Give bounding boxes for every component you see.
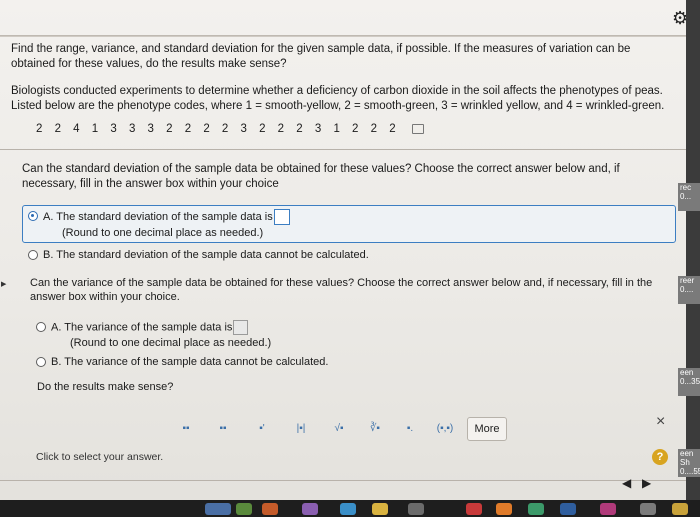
stddev-option-b-statement: The standard deviation of the sample dat…	[56, 249, 369, 261]
section-divider	[0, 149, 686, 150]
square-root-button[interactable]: √▪	[330, 420, 348, 438]
dock-app-icon[interactable]	[496, 503, 512, 515]
exponent-button[interactable]: ▪'	[254, 420, 270, 438]
variance-option-b-statement: The variance of the sample data cannot b…	[64, 356, 329, 368]
decimal-button[interactable]: ▪.	[402, 420, 418, 438]
close-icon[interactable]: ×	[656, 413, 665, 431]
stddev-option-a-note: (Round to one decimal place as needed.)	[62, 227, 264, 239]
cube-root-button[interactable]: ∛▪	[366, 420, 384, 438]
stddev-option-b-label: B.	[43, 249, 54, 261]
sample-data-values: 2 2 4 1 3 3 3 2 2 2 2 3 2 2 2 3 1 2 2 2	[36, 123, 397, 135]
dock-app-icon[interactable]	[528, 503, 544, 515]
dock-app-icon[interactable]	[408, 503, 424, 515]
question-scenario: Biologists conducted experiments to dete…	[11, 85, 665, 112]
dock-app-icon[interactable]	[466, 503, 482, 515]
sample-data-row: 2 2 4 1 3 3 3 2 2 2 2 3 2 2 2 3 1 2 2 2	[36, 123, 424, 135]
variance-option-a-text[interactable]: A. The variance of the sample data is	[51, 320, 249, 335]
footer-divider	[0, 480, 686, 481]
more-button[interactable]: More	[467, 417, 507, 441]
math-homework-page: ⚙ Find the range, variance, and standard…	[0, 0, 686, 517]
side-tab-3[interactable]: een 0...35	[678, 368, 700, 396]
dock-app-icon[interactable]	[236, 503, 252, 515]
stddev-prompt: Can the standard deviation of the sample…	[22, 163, 620, 190]
mixed-number-button[interactable]: ▪▪	[214, 420, 232, 438]
side-tab-4[interactable]: een Sh 0....55.	[678, 449, 700, 477]
expand-arrow-icon[interactable]: ▶	[1, 280, 6, 288]
dock-app-icon[interactable]	[600, 503, 616, 515]
dock-app-icon[interactable]	[302, 503, 318, 515]
side-panel	[686, 0, 700, 517]
gear-icon[interactable]: ⚙	[672, 8, 686, 28]
variance-answer-input[interactable]	[233, 320, 249, 335]
copy-data-icon[interactable]	[411, 123, 424, 134]
variance-option-a-label: A.	[51, 321, 62, 334]
stddev-option-b-radio[interactable]	[28, 250, 38, 260]
click-hint: Click to select your answer.	[36, 451, 164, 463]
variance-option-a-statement: The variance of the sample data is	[64, 321, 233, 334]
side-tab-2[interactable]: reer 0....	[678, 276, 700, 304]
stddev-option-a-label: A.	[43, 210, 54, 223]
help-icon[interactable]: ?	[652, 449, 668, 465]
dock-app-icon[interactable]	[372, 503, 388, 515]
dock-app-icon[interactable]	[340, 503, 356, 515]
stddev-option-a-radio[interactable]	[28, 211, 38, 221]
dock-app-icon[interactable]	[560, 503, 576, 515]
results-sense-prompt: Do the results make sense?	[37, 381, 174, 393]
variance-option-b-label: B.	[51, 356, 62, 368]
stddev-option-a-statement: The standard deviation of the sample dat…	[56, 210, 273, 223]
header-divider	[0, 35, 686, 36]
question-instructions: Find the range, variance, and standard d…	[11, 43, 631, 70]
top-bar: ⚙	[0, 0, 686, 37]
variance-option-a-note: (Round to one decimal place as needed.)	[70, 337, 272, 349]
dock-app-icon[interactable]	[640, 503, 656, 515]
os-dock	[0, 500, 700, 517]
side-tab-1[interactable]: rec 0...	[678, 183, 700, 211]
stddev-answer-input[interactable]	[273, 209, 290, 225]
ordered-pair-button[interactable]: (▪,▪)	[432, 420, 458, 438]
previous-icon[interactable]: ◀	[622, 476, 631, 490]
dock-app-icon[interactable]	[205, 503, 231, 515]
dock-app-icon[interactable]	[672, 503, 688, 515]
variance-option-a-radio[interactable]	[36, 322, 46, 332]
stddev-option-b-text[interactable]: B. The standard deviation of the sample …	[43, 248, 369, 262]
dock-app-icon[interactable]	[262, 503, 278, 515]
variance-option-b-radio[interactable]	[36, 357, 46, 367]
fraction-button[interactable]: ▪▪	[178, 420, 194, 438]
variance-option-b-text[interactable]: B. The variance of the sample data canno…	[51, 355, 328, 369]
next-icon[interactable]: ▶	[642, 476, 651, 490]
absolute-value-button[interactable]: |▪|	[292, 420, 310, 438]
variance-prompt: Can the variance of the sample data be o…	[30, 277, 653, 303]
stddev-option-a-text[interactable]: A. The standard deviation of the sample …	[43, 209, 290, 225]
